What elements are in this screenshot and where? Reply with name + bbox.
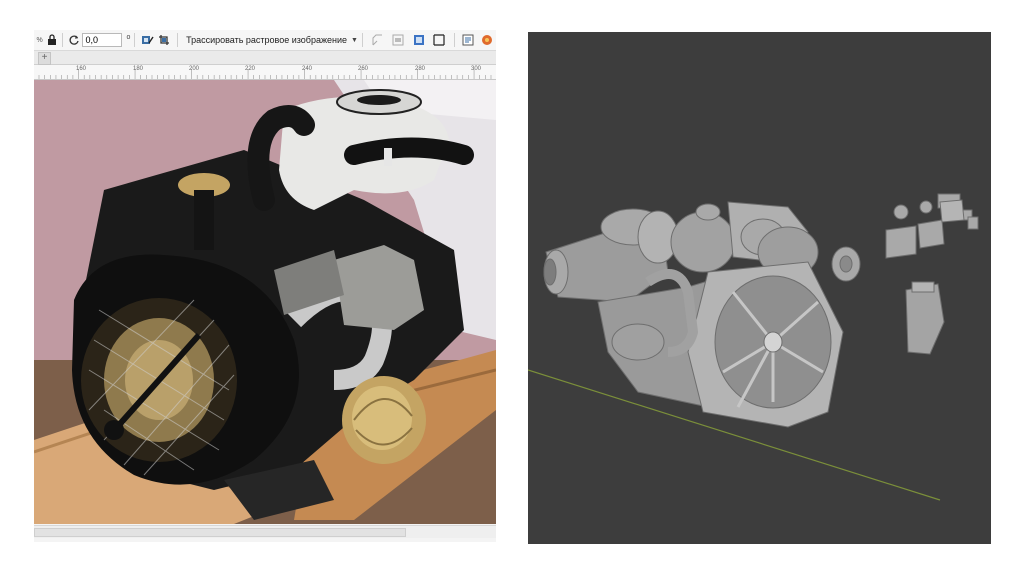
outline-frame-icon[interactable] [367, 31, 388, 49]
toolbar-divider [62, 33, 64, 47]
rotation-angle-input[interactable] [82, 33, 123, 47]
trace-bitmap-dropdown[interactable]: Трассировать растровое изображение ▼ [182, 31, 358, 49]
3d-viewport[interactable] [528, 32, 991, 544]
percent-symbol: % [36, 36, 43, 44]
rotate-icon [67, 31, 80, 49]
ruler-tick-label: 160 [75, 66, 87, 72]
edit-bitmap-icon[interactable] [139, 31, 156, 49]
bitmap-editor-window: % o Трассировать растровое изображение ▼ [34, 30, 496, 542]
ruler-ticks [38, 69, 492, 79]
ruler-tick-label: 200 [188, 66, 200, 72]
horizontal-scrollbar[interactable] [34, 525, 496, 538]
ruler-tick-label: 220 [244, 66, 256, 72]
lock-ratio-icon[interactable] [45, 31, 58, 49]
toolbar-divider [453, 33, 455, 47]
frame-icon[interactable] [429, 31, 450, 49]
scrollbar-thumb[interactable] [34, 528, 406, 537]
trace-bitmap-label: Трассировать растровое изображение [186, 35, 348, 45]
selection-frame-icon[interactable] [408, 31, 429, 49]
ruler-tick-label: 240 [301, 66, 313, 72]
color-icon[interactable] [477, 31, 496, 49]
document-icon[interactable] [458, 31, 477, 49]
scale-percent-indicator: % [34, 31, 45, 49]
degree-symbol: o [126, 33, 131, 41]
ruler-tick-label: 180 [132, 66, 144, 72]
crop-bitmap-icon[interactable] [156, 31, 173, 49]
dropdown-caret-icon: ▼ [351, 36, 358, 44]
toolbar-divider [361, 33, 363, 47]
ruler-tick-label: 280 [414, 66, 426, 72]
horizontal-ruler: 160 180 200 220 240 260 280 300 [34, 65, 496, 80]
property-toolbar: % o Трассировать растровое изображение ▼ [34, 30, 496, 51]
align-icon[interactable] [388, 31, 409, 49]
page-tab-bar: + [34, 51, 496, 65]
add-page-button[interactable]: + [38, 52, 51, 65]
ruler-tick-label: 260 [357, 66, 369, 72]
toolbar-divider [177, 33, 179, 47]
engine-photo [34, 80, 496, 524]
toolbar-divider [134, 33, 136, 47]
ruler-tick-label: 300 [470, 66, 482, 72]
